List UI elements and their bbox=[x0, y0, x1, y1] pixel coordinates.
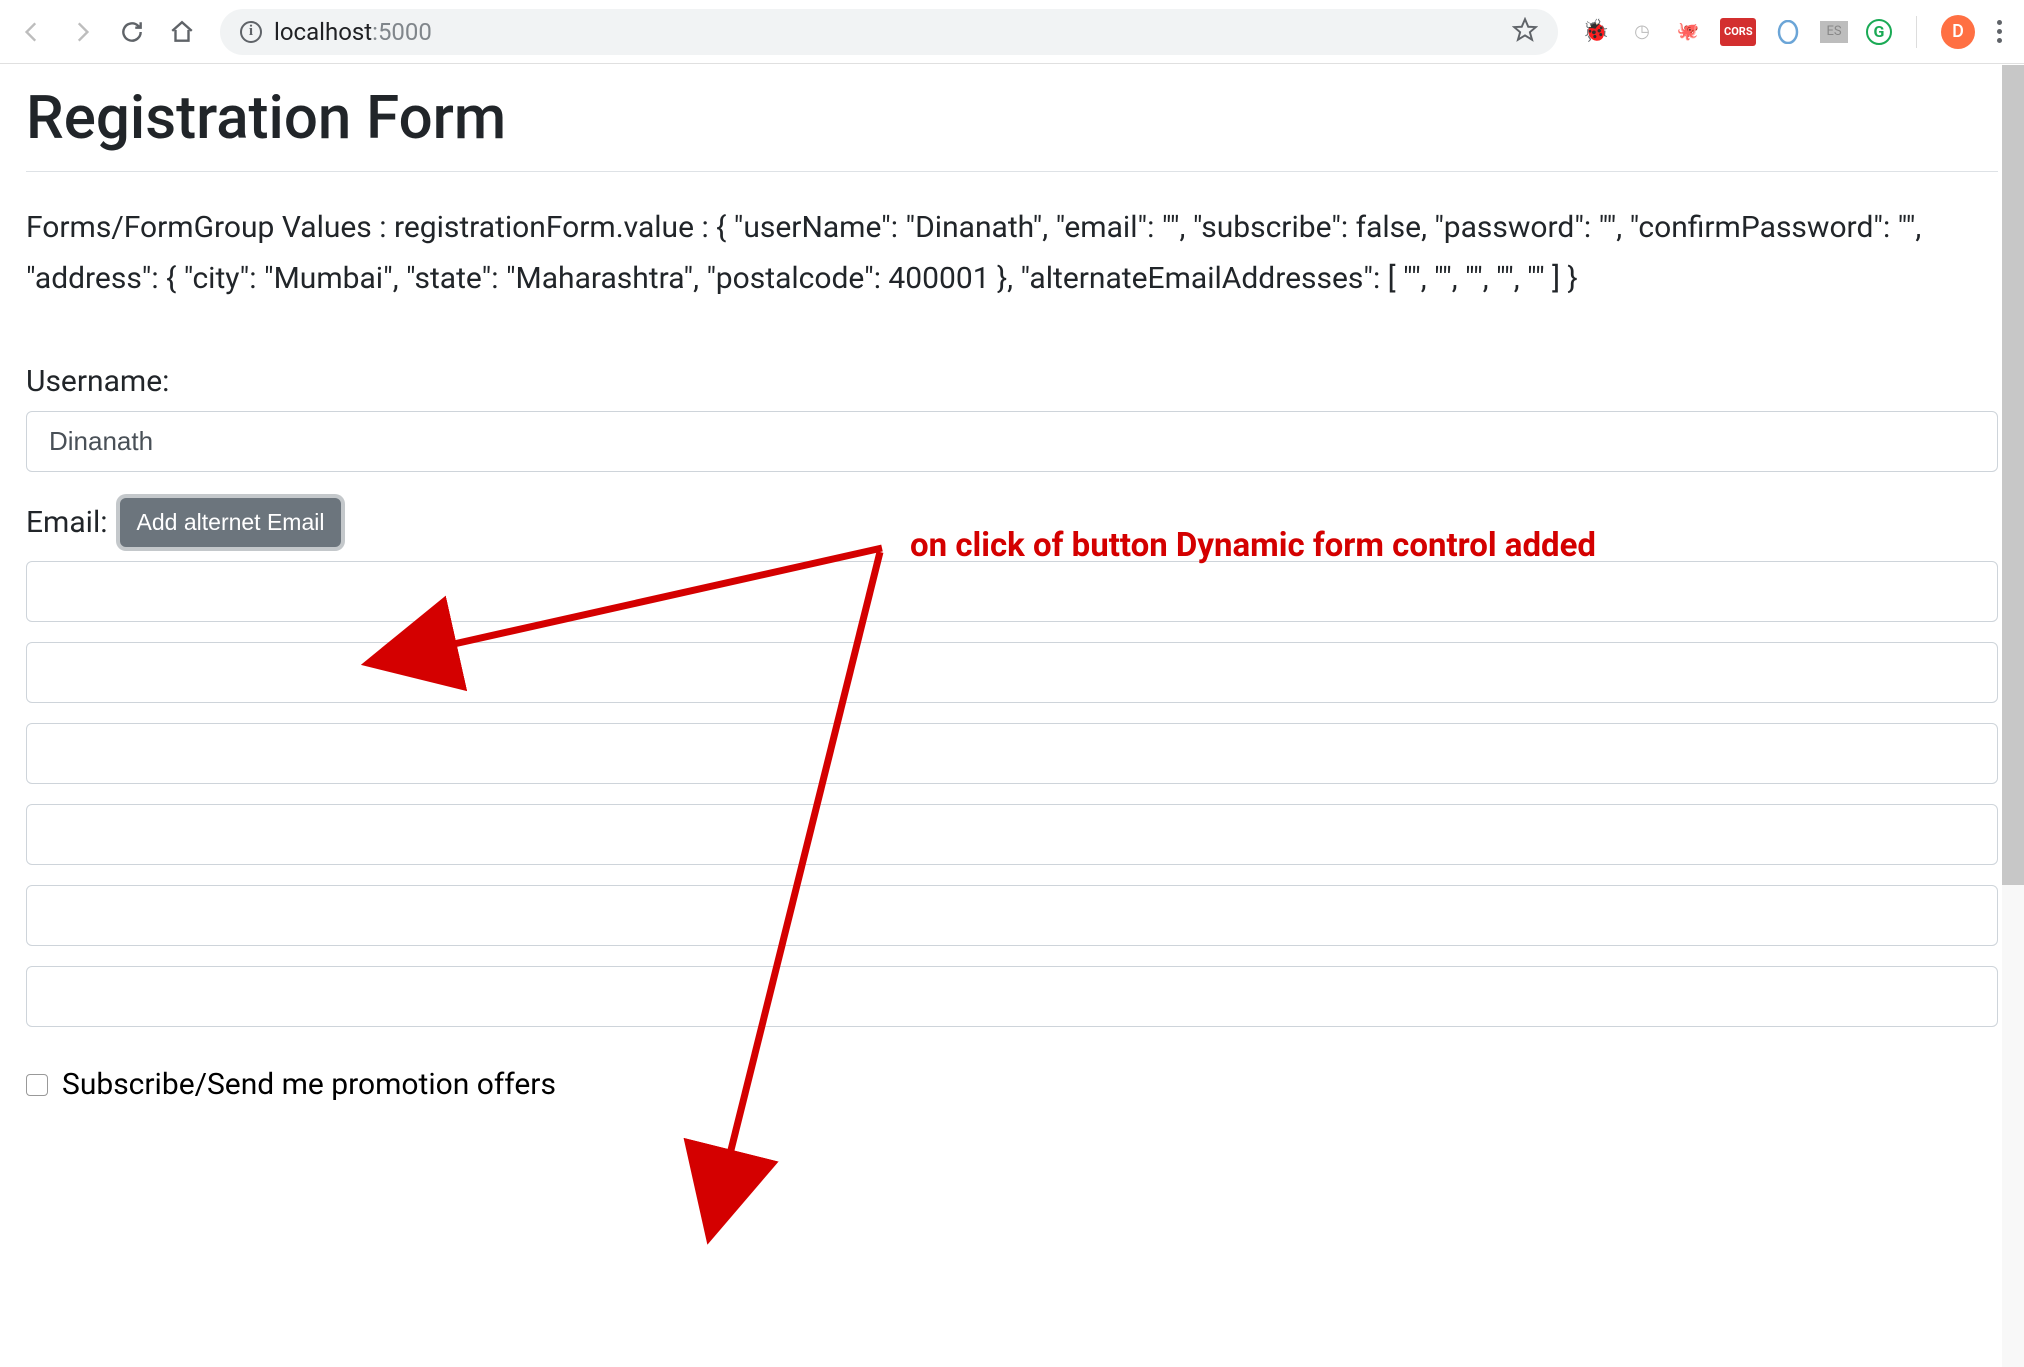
alternate-email-input[interactable] bbox=[26, 723, 1998, 784]
page-scrollbar-thumb[interactable] bbox=[2002, 65, 2024, 885]
url-host: localhost bbox=[274, 18, 372, 46]
subscribe-row: Subscribe/Send me promotion offers bbox=[26, 1067, 1998, 1102]
form-values-prefix: Forms/FormGroup Values : registrationFor… bbox=[26, 210, 716, 245]
page-content: Registration Form Forms/FormGroup Values… bbox=[0, 64, 2024, 1120]
username-label: Username: bbox=[26, 364, 1998, 399]
extension-es-icon[interactable]: ES bbox=[1820, 21, 1848, 43]
alternate-email-input[interactable] bbox=[26, 642, 1998, 703]
form-values-dump: Forms/FormGroup Values : registrationFor… bbox=[26, 202, 1998, 304]
toolbar-separator bbox=[1916, 16, 1917, 48]
extension-opera-icon[interactable] bbox=[1774, 18, 1802, 46]
subscribe-label: Subscribe/Send me promotion offers bbox=[62, 1067, 556, 1102]
reload-button[interactable] bbox=[118, 18, 146, 46]
extension-cors-icon[interactable]: CORS bbox=[1720, 18, 1756, 46]
alternate-email-input[interactable] bbox=[26, 885, 1998, 946]
alternate-email-input[interactable] bbox=[26, 561, 1998, 622]
alternate-email-input[interactable] bbox=[26, 804, 1998, 865]
email-row: Email: Add alternet Email bbox=[26, 498, 1998, 547]
alternate-email-list bbox=[26, 561, 1998, 1047]
extension-grammarly-icon[interactable]: G bbox=[1866, 19, 1892, 45]
bookmark-star-icon[interactable] bbox=[1512, 17, 1538, 47]
username-input[interactable] bbox=[26, 411, 1998, 472]
extension-redux-icon[interactable]: 🐞 bbox=[1582, 18, 1610, 46]
divider bbox=[26, 171, 1998, 172]
nav-icons bbox=[18, 18, 196, 46]
alternate-email-input[interactable] bbox=[26, 966, 1998, 1027]
add-alternate-email-button[interactable]: Add alternet Email bbox=[120, 498, 342, 547]
site-info-icon[interactable]: i bbox=[240, 21, 262, 43]
url-port: :5000 bbox=[372, 18, 432, 46]
extension-icons: 🐞 ◷ 🐙 CORS ES G D bbox=[1582, 15, 2006, 49]
extension-octocat-icon[interactable]: 🐙 bbox=[1674, 18, 1702, 46]
browser-toolbar: i localhost:5000 🐞 ◷ 🐙 CORS ES G D bbox=[0, 0, 2024, 64]
extension-clock-icon[interactable]: ◷ bbox=[1628, 18, 1656, 46]
forward-button[interactable] bbox=[68, 18, 96, 46]
back-button[interactable] bbox=[18, 18, 46, 46]
url-text: localhost:5000 bbox=[274, 18, 432, 46]
page-scrollbar[interactable] bbox=[2002, 65, 2024, 1367]
subscribe-checkbox[interactable] bbox=[26, 1074, 48, 1096]
email-label: Email: bbox=[26, 505, 108, 540]
browser-menu-button[interactable] bbox=[1993, 16, 2006, 47]
home-button[interactable] bbox=[168, 18, 196, 46]
page-title: Registration Form bbox=[26, 82, 1998, 153]
address-bar[interactable]: i localhost:5000 bbox=[220, 9, 1558, 55]
profile-avatar[interactable]: D bbox=[1941, 15, 1975, 49]
